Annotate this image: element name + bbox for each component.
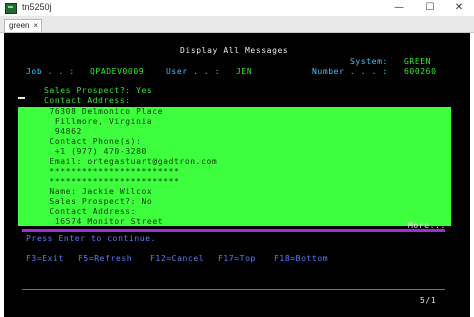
job-value: QPADEV0009 (90, 67, 145, 76)
message-line: 16574 Monitor Street (44, 217, 164, 226)
message-line: Contact Address: (44, 207, 137, 216)
press-enter-prompt: Press Enter to continue. (26, 234, 156, 243)
minimize-button[interactable]: — (386, 1, 412, 15)
input-cursor (18, 97, 25, 99)
tab-label: green (9, 21, 30, 30)
f5-refresh-key[interactable]: F5=Refresh (78, 254, 132, 263)
page-indicator: 5/1 (420, 296, 437, 305)
window-title: tn5250j (22, 2, 52, 12)
message-line: 76308 Delmonico Place (44, 107, 164, 116)
f18-bottom-key[interactable]: F18=Bottom (274, 254, 328, 263)
screen-title: Display All Messages (180, 46, 289, 55)
f3-exit-key[interactable]: F3=Exit (26, 254, 64, 263)
session-tab-strip: green × (0, 17, 474, 33)
terminal-screen[interactable]: Display All Messages System: GREEN Job .… (4, 33, 470, 317)
system-label: System: (350, 57, 388, 66)
message-line: ************************ (44, 177, 180, 186)
user-label: User . . : (166, 67, 221, 76)
tab-close-icon[interactable]: × (33, 20, 38, 32)
close-window-button[interactable]: ✕ (446, 1, 472, 15)
message-line: Contact Phone(s): (44, 137, 142, 146)
user-value: JEN (236, 67, 253, 76)
message-line: +1 (977) 470-3280 (44, 147, 147, 156)
message-line: ************************ (44, 167, 180, 176)
number-value: 600260 (404, 67, 437, 76)
system-value: GREEN (404, 57, 432, 66)
number-label: Number . . . : (312, 67, 388, 76)
window-titlebar: tn5250j — ☐ ✕ (0, 0, 474, 17)
app-terminal-icon (5, 3, 17, 14)
tab-green-session[interactable]: green × (4, 19, 42, 32)
message-line: 94862 (44, 127, 82, 136)
job-label: Job . . : (26, 67, 75, 76)
status-line-rule (22, 289, 445, 290)
message-line: Email: ortegastuart@gadtron.com (44, 157, 218, 166)
message-line-contact: Contact Address: (44, 96, 131, 105)
message-separator (22, 229, 445, 232)
message-line: Sales Prospect?: No (44, 197, 153, 206)
message-line: Fillmore, Virginia (44, 117, 153, 126)
message-line: Name: Jackie Wilcox (44, 187, 153, 196)
message-line-prospect: Sales Prospect?: Yes (44, 86, 153, 95)
f17-top-key[interactable]: F17=Top (218, 254, 256, 263)
f12-cancel-key[interactable]: F12=Cancel (150, 254, 204, 263)
maximize-button[interactable]: ☐ (417, 1, 443, 15)
